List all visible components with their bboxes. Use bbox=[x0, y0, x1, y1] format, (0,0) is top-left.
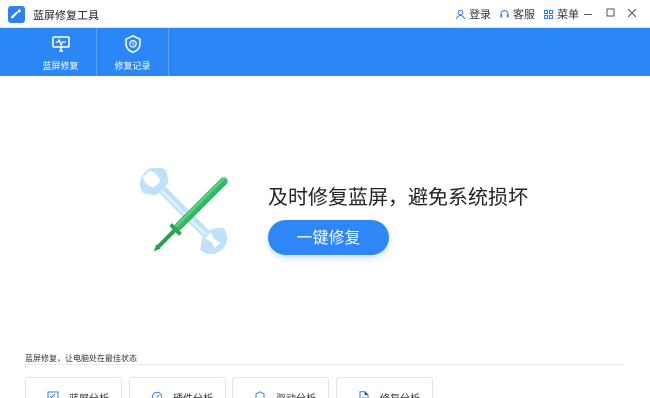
tab-blue-screen-repair-label: 蓝屏修复 bbox=[42, 62, 79, 72]
wrench-app-icon bbox=[8, 6, 25, 23]
checklist-icon bbox=[47, 391, 59, 398]
clock-shield-icon bbox=[125, 34, 141, 53]
monitor-icon bbox=[52, 36, 70, 52]
customer-service-label: 客服 bbox=[513, 8, 535, 21]
minimize-button[interactable] bbox=[580, 5, 596, 21]
user-icon bbox=[456, 9, 465, 19]
repair-headline: 及时修复蓝屏，避免系统损坏 bbox=[268, 185, 528, 209]
maximize-icon bbox=[606, 8, 615, 17]
menu-button[interactable]: 菜单 bbox=[543, 6, 579, 22]
gauge-icon bbox=[151, 391, 163, 398]
blue-screen-analysis-label: 蓝屏分析 bbox=[69, 390, 109, 398]
tab-repair-records-label: 修复记录 bbox=[114, 62, 151, 72]
title-bar: 蓝屏修复工具 登录 客服 菜单 bbox=[0, 0, 650, 28]
one-click-repair-button[interactable]: 一键修复 bbox=[268, 220, 389, 255]
hardware-analysis-card[interactable]: 硬件分析 bbox=[129, 377, 226, 398]
headset-icon bbox=[500, 9, 509, 17]
status-section-title: 蓝屏修复，让电脑处在最佳状态 bbox=[25, 354, 137, 363]
minimize-icon bbox=[584, 14, 592, 15]
tab-blue-screen-repair[interactable]: 蓝屏修复 bbox=[25, 28, 97, 76]
hardware-analysis-label: 硬件分析 bbox=[173, 390, 213, 398]
document-icon bbox=[359, 391, 369, 398]
menu-label: 菜单 bbox=[557, 8, 579, 21]
driver-analysis-card[interactable]: 驱动分析 bbox=[232, 377, 329, 398]
customer-service-button[interactable]: 客服 bbox=[499, 6, 535, 22]
repair-analysis-card[interactable]: 修复分析 bbox=[336, 377, 433, 398]
window-title: 蓝屏修复工具 bbox=[33, 9, 99, 22]
wrench-screwdriver-illustration bbox=[135, 166, 243, 264]
menu-icon bbox=[544, 9, 553, 19]
tab-repair-records[interactable]: 修复记录 bbox=[97, 28, 169, 76]
close-button[interactable] bbox=[624, 5, 640, 21]
close-icon bbox=[627, 8, 637, 18]
main-toolbar: 蓝屏修复 修复记录 bbox=[0, 28, 650, 76]
login-button[interactable]: 登录 bbox=[455, 6, 491, 22]
shield-icon bbox=[255, 391, 265, 398]
driver-analysis-label: 驱动分析 bbox=[276, 390, 316, 398]
wrench-screwdriver-icon bbox=[139, 166, 228, 255]
repair-analysis-label: 修复分析 bbox=[380, 390, 420, 398]
blue-screen-analysis-card[interactable]: 蓝屏分析 bbox=[25, 377, 122, 398]
analysis-cards: 蓝屏分析 硬件分析 驱动分析 修复分析 bbox=[25, 377, 435, 398]
maximize-button[interactable] bbox=[603, 5, 619, 21]
section-divider bbox=[25, 364, 625, 365]
login-label: 登录 bbox=[469, 8, 491, 21]
